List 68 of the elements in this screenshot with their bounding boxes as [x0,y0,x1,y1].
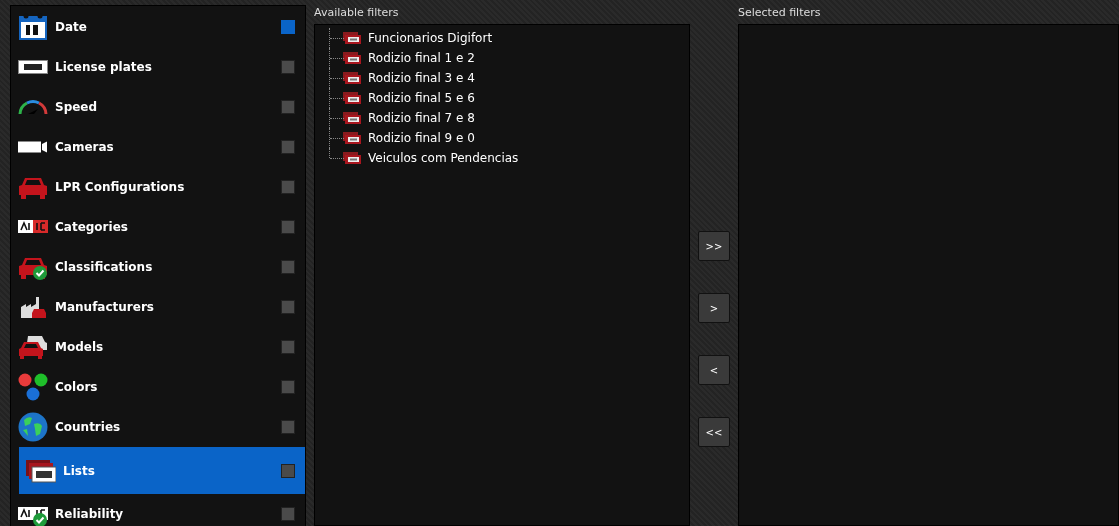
filter-type-label: Cameras [55,140,115,154]
filter-type-label: LPR Configurations [55,180,186,194]
checkbox[interactable] [281,463,295,478]
filter-type-item[interactable]: Countries [11,407,305,447]
filter-type-item[interactable]: Models [11,327,305,367]
calendar-icon [18,13,48,41]
list-icon [343,152,361,164]
list-icon [343,112,361,124]
filter-type-item[interactable]: Speed [11,87,305,127]
tree-item[interactable]: Rodizio final 5 e 6 [368,91,475,105]
filter-type-item[interactable]: Cameras [11,127,305,167]
checkbox[interactable] [281,180,295,194]
checkbox[interactable] [281,140,295,154]
filter-type-label: Manufacturers [55,300,155,314]
factory-icon [20,295,46,319]
filter-type-label: Reliability [55,507,125,521]
move-button[interactable]: << [698,417,730,447]
move-button[interactable]: < [698,355,730,385]
list-icon [343,132,361,144]
filter-type-item[interactable]: Lists [19,447,305,494]
colored-dots-icon [18,373,48,401]
camera-icon [18,141,48,153]
filter-type-item[interactable]: Categories [11,207,305,247]
tree-item[interactable]: Rodizio final 3 e 4 [368,71,475,85]
list-icon [343,72,361,84]
globe-icon [18,412,48,442]
list-icon [343,32,361,44]
filter-type-label: Speed [55,100,99,114]
filter-type-item[interactable]: Manufacturers [11,287,305,327]
move-button[interactable]: > [698,293,730,323]
filter-type-label: Classifications [55,260,154,274]
filter-type-label: Colors [55,380,99,394]
filter-type-item[interactable]: Reliability [11,494,305,526]
tree-item[interactable]: Veiculos com Pendencias [368,151,519,165]
tree-item[interactable]: Funcionarios Digifort [368,31,493,45]
filter-type-label: Countries [55,420,122,434]
checkbox[interactable] [281,60,295,74]
list-icon [26,458,56,483]
tree-item[interactable]: Rodizio final 7 e 8 [368,111,475,125]
filter-type-label: Lists [63,463,96,478]
tree-item[interactable]: Rodizio final 9 e 0 [368,131,475,145]
gauge-icon [18,99,48,115]
cars-icon [18,335,48,359]
checkbox[interactable] [281,340,295,354]
checkbox[interactable] [281,300,295,314]
filter-type-item[interactable]: License plates [11,47,305,87]
checkbox[interactable] [281,507,295,521]
filter-type-label: Models [55,340,105,354]
license-plate-icon [18,60,48,74]
filter-type-item[interactable]: Date [11,7,305,47]
available-filters-title: Available filters [314,6,400,21]
filter-type-label: Date [55,20,88,34]
checkbox[interactable] [281,220,295,234]
filter-type-item[interactable]: Classifications [11,247,305,287]
filter-type-label: Categories [55,220,129,234]
tree-item[interactable]: Rodizio final 1 e 2 [368,51,475,65]
list-icon [343,92,361,104]
filter-type-item[interactable]: LPR Configurations [11,167,305,207]
checkbox[interactable] [281,20,295,34]
checkbox[interactable] [281,380,295,394]
checkbox[interactable] [281,420,295,434]
checkbox[interactable] [281,260,295,274]
selected-filters-title: Selected filters [738,6,822,21]
list-icon [343,52,361,64]
move-button[interactable]: >> [698,231,730,261]
filter-type-item[interactable]: Colors [11,367,305,407]
filter-type-label: License plates [55,60,153,74]
checkbox[interactable] [281,100,295,114]
